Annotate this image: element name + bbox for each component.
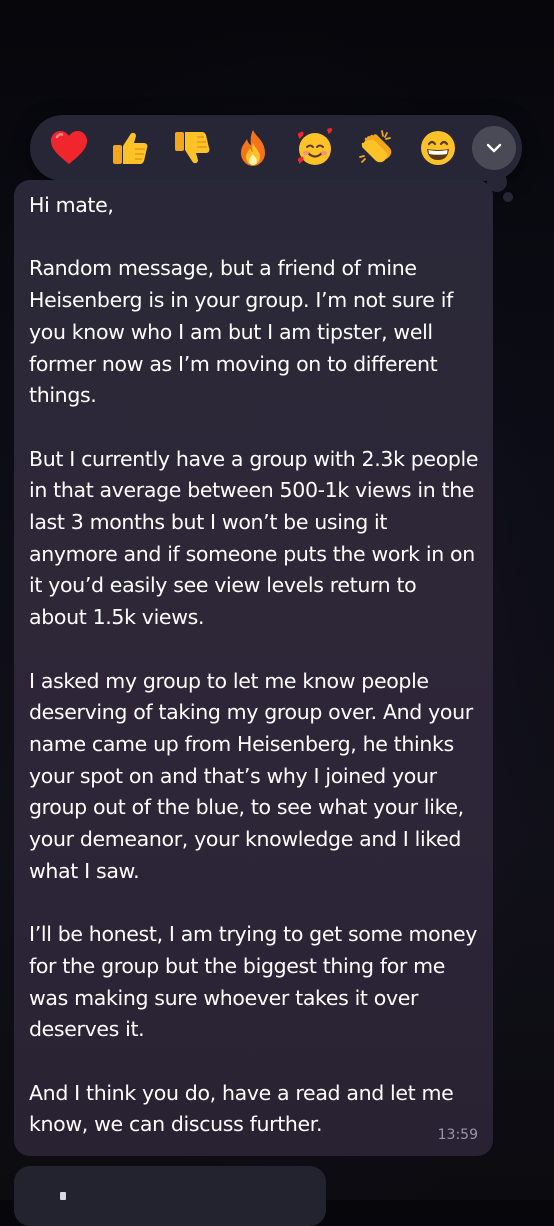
reaction-thumbs-up[interactable] [99,119,160,177]
reaction-bar-tail-dot [503,192,513,202]
reaction-fire[interactable] [222,119,283,177]
grinning-face-icon [420,131,455,165]
reaction-clapping-hands[interactable] [345,119,406,177]
reaction-bar [30,115,522,181]
red-heart-icon [50,131,87,164]
reaction-red-heart[interactable] [38,119,99,177]
message-text: Hi mate, Random message, but a friend of… [29,193,479,1137]
reaction-grinning-face[interactable] [407,119,468,177]
thumbs-up-icon [113,132,148,164]
chevron-down-icon [487,143,502,153]
message-timestamp: 13:59 [437,1127,478,1143]
clapping-hands-icon [359,130,392,163]
reaction-thumbs-down[interactable] [161,119,222,177]
reaction-smiling-face-with-hearts[interactable] [284,119,345,177]
smiling-face-with-hearts-icon [297,128,332,165]
fire-icon [241,130,266,166]
message-bubble[interactable]: Hi mate, Random message, but a friend of… [14,180,493,1156]
next-message-bubble[interactable] [14,1166,326,1226]
thumbs-down-icon [174,132,210,164]
expand-reactions-button[interactable] [472,126,517,170]
next-message-text-fragment [60,1192,66,1200]
